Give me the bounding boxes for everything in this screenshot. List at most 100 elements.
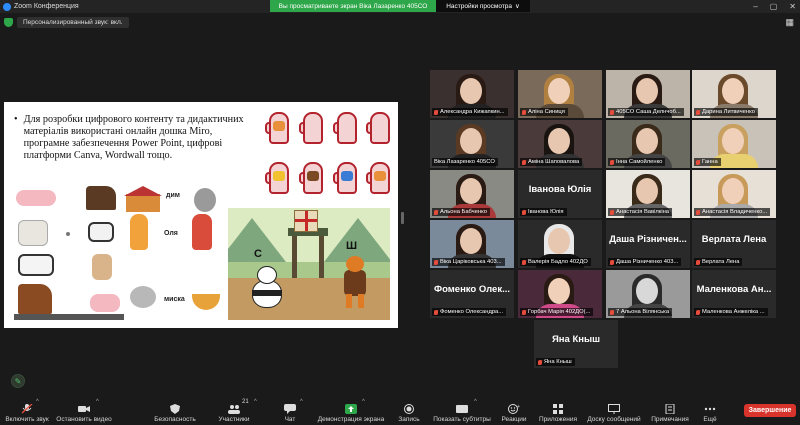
apps-button[interactable]: Приложения (538, 398, 578, 424)
security-button[interactable]: Безопасность (152, 398, 198, 424)
view-options-button[interactable]: Настройки просмотра ∨ (436, 0, 530, 12)
picture-cards: дим Оля миска (14, 186, 224, 322)
participant-tile[interactable]: 7 Альона Вілянська (606, 270, 690, 318)
horse-picture (86, 186, 116, 210)
audio-status-pill[interactable]: Персонализированный звук: вкл. (17, 16, 129, 28)
participant-face (460, 228, 482, 254)
gift-box-picture (294, 210, 318, 232)
participant-display-name: Даша Різничен... (609, 234, 687, 245)
participant-face (548, 228, 570, 254)
participant-name: Дарина Литвиченко (702, 109, 755, 115)
participants-label: Участники (218, 416, 250, 423)
title-bar: Zoom Конференция Вы просматриваете экран… (0, 0, 800, 13)
cow-picture (18, 254, 54, 276)
meeting-toolbar: Включить звук ^ Остановить видео ^ Безоп… (0, 396, 800, 425)
end-meeting-button[interactable]: Завершение (744, 404, 796, 417)
participant-tile[interactable]: Валерія Бадло 402ДО (518, 220, 602, 268)
participant-face (722, 78, 744, 104)
maximize-icon[interactable]: ▢ (770, 2, 778, 11)
split-view-handle[interactable] (401, 212, 404, 224)
record-button[interactable]: Запись (396, 398, 422, 424)
participant-face (460, 128, 482, 154)
share-options-caret[interactable]: ^ (362, 399, 365, 405)
participant-tile[interactable]: Горбач Марія 402ДО(... (518, 270, 602, 318)
stop-video-button[interactable]: Остановить видео (54, 398, 114, 424)
captions-badge: CC (457, 401, 464, 406)
participant-tile[interactable]: Дарина Литвиченко (692, 70, 776, 118)
house-picture (126, 194, 160, 212)
view-options-label: Настройки просмотра (446, 2, 513, 10)
share-screen-button[interactable]: Демонстрация экрана (316, 398, 386, 424)
minimize-icon[interactable]: – (753, 2, 757, 11)
participant-tile[interactable]: 405СО Саша Делнчоб... (606, 70, 690, 118)
people-icon (228, 404, 240, 414)
participant-name-tag: Фоменко Олександра... (432, 308, 507, 316)
participant-tile[interactable]: Яна Кныш Яна Кныш (534, 320, 618, 368)
tiger-picture (338, 256, 372, 308)
captions-label: Показать субтитры (433, 416, 491, 423)
participants-options-caret[interactable]: ^ (254, 399, 257, 405)
participant-face (636, 278, 658, 304)
app-title: Zoom Конференция (0, 2, 79, 11)
mittens-grid (263, 106, 395, 202)
security-label: Безопасность (154, 416, 196, 423)
more-button[interactable]: Ещё (700, 398, 720, 424)
participant-tile[interactable]: Іванова Юлія Іванова Юлія (518, 170, 602, 218)
presentation-slide: • Для розробки цифрового контенту та дид… (4, 102, 398, 328)
scene-letter: Ш (346, 240, 358, 252)
participant-tile[interactable]: Анастасія Владиченко... (692, 170, 776, 218)
record-label: Запись (398, 416, 420, 423)
annotate-pen-icon[interactable]: ✎ (11, 374, 25, 388)
mitten-picture (331, 156, 362, 203)
participant-tile[interactable]: Ганна (692, 120, 776, 168)
participant-name: Віка Лазаренко 405СО (434, 159, 495, 165)
participant-name: 7 Альона Вілянська (616, 309, 670, 315)
participant-name: Даша Різниченко 403... (616, 259, 679, 265)
participant-tile[interactable]: Віка Лазаренко 405СО (430, 120, 514, 168)
participant-tile[interactable]: Фоменко Олек... Фоменко Олександра... (430, 270, 514, 318)
microphone-muted-icon (610, 109, 614, 115)
participant-tile[interactable]: Віка Царіковська 403... (430, 220, 514, 268)
microphone-muted-icon (696, 309, 700, 315)
participant-tile[interactable]: Аміна Шаповалова (518, 120, 602, 168)
record-icon (403, 404, 415, 414)
shield-icon[interactable] (4, 17, 13, 27)
girl-picture (130, 214, 148, 250)
whiteboards-button[interactable]: Доску сообщений (586, 398, 642, 424)
participant-tile[interactable]: Інна Самойленко (606, 120, 690, 168)
shield-icon (169, 404, 181, 414)
participant-face (636, 178, 658, 204)
participant-tile[interactable]: Даша Різничен... Даша Різниченко 403... (606, 220, 690, 268)
word-label: миска (164, 296, 185, 303)
participant-tile[interactable]: Маленкова Ан... Маленкова Анжеліка ... (692, 270, 776, 318)
window-controls: – ▢ ✕ (753, 0, 796, 12)
participant-tile[interactable]: Аліна Синиця (518, 70, 602, 118)
close-icon[interactable]: ✕ (789, 2, 796, 11)
view-layout-icon[interactable]: ▦ (785, 17, 794, 28)
video-options-caret[interactable]: ^ (96, 399, 99, 405)
microphone-muted-icon (610, 209, 614, 215)
participant-name: Верлата Лена (702, 259, 740, 265)
microphone-muted-icon (434, 209, 438, 215)
chat-options-caret[interactable]: ^ (300, 399, 303, 405)
participant-tile[interactable]: Александра Кижапкин... (430, 70, 514, 118)
participants-count: 21 (242, 399, 249, 405)
participant-name: Аліна Синиця (528, 109, 565, 115)
notes-button[interactable]: Примечания (650, 398, 690, 424)
unmute-button[interactable]: Включить звук (4, 398, 50, 424)
apps-label: Приложения (538, 416, 578, 423)
scene-letter: С (254, 248, 262, 260)
participant-tile[interactable]: Верлата Лена Верлата Лена (692, 220, 776, 268)
microphone-muted-icon (696, 209, 700, 215)
apps-grid-icon (552, 404, 564, 414)
participant-tile[interactable]: Альона Бабченко (430, 170, 514, 218)
microphone-muted-icon (522, 259, 526, 265)
participant-tile[interactable]: Анастасія Вавілкіна (606, 170, 690, 218)
chat-button[interactable]: Чат (280, 398, 300, 424)
mitten-picture (263, 106, 294, 153)
audio-options-caret[interactable]: ^ (36, 399, 39, 405)
reactions-button[interactable]: + Реакции (500, 398, 528, 424)
captions-options-caret[interactable]: ^ (474, 399, 477, 405)
notes-label: Примечания (651, 416, 689, 423)
word-label: Оля (164, 230, 178, 237)
